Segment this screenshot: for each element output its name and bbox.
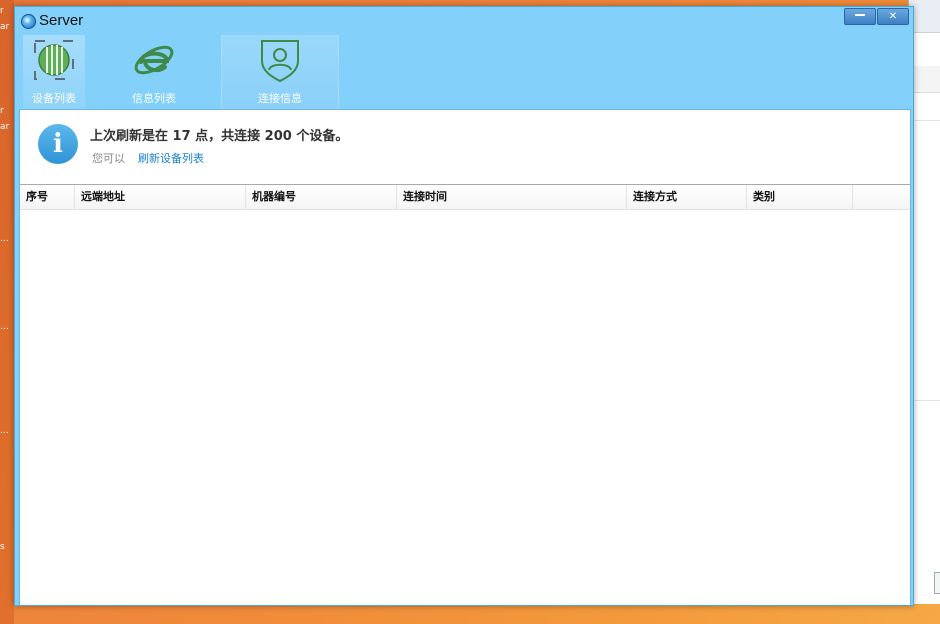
column-header-remote-address[interactable]: 远端地址 xyxy=(75,185,246,209)
content-panel: i 上次刷新是在 17 点，共连接 200 个设备。 您可以 刷新设备列表 序号… xyxy=(19,109,911,605)
column-header-connect-method[interactable]: 连接方式 xyxy=(627,185,747,209)
tab-info-list[interactable]: 信息列表 xyxy=(114,35,194,109)
tab-device-list-label: 设备列表 xyxy=(32,92,76,105)
device-grid-icon xyxy=(34,40,74,80)
connection-table: 序号 远端地址 机器编号 连接时间 连接方式 类别 xyxy=(20,184,910,605)
hint-prefix: 您可以 xyxy=(92,152,125,165)
column-header-category[interactable]: 类别 xyxy=(747,185,853,209)
close-icon: ✕ xyxy=(888,11,898,22)
minimize-icon xyxy=(855,14,865,16)
window-title: Server xyxy=(39,12,84,29)
info-icon: i xyxy=(38,124,78,164)
server-window: Server ✕ 设备列表 信息列表 连接信息 i 上次刷新是在 17 点，共连… xyxy=(14,6,914,606)
column-header-filler xyxy=(853,185,910,209)
refresh-device-list-link[interactable]: 刷新设备列表 xyxy=(138,150,204,166)
close-button[interactable]: ✕ xyxy=(877,8,909,25)
app-globe-icon xyxy=(21,14,36,29)
refresh-status-message: 上次刷新是在 17 点，共连接 200 个设备。 xyxy=(90,129,349,144)
column-header-index[interactable]: 序号 xyxy=(20,185,75,209)
column-header-connect-time[interactable]: 连接时间 xyxy=(397,185,627,209)
user-shield-icon xyxy=(261,40,299,83)
title-bar[interactable]: Server ✕ xyxy=(15,7,913,35)
minimize-button[interactable] xyxy=(844,8,876,25)
internet-explorer-icon xyxy=(134,45,174,75)
toolbar: 设备列表 信息列表 连接信息 xyxy=(15,35,913,109)
info-banner: i 上次刷新是在 17 点，共连接 200 个设备。 您可以 刷新设备列表 xyxy=(20,110,910,184)
desktop-left-edge: r ar r ar ... ... ... s xyxy=(0,0,14,624)
tab-connection-info[interactable]: 连接信息 xyxy=(221,35,339,109)
column-header-machine-id[interactable]: 机器编号 xyxy=(246,185,397,209)
tab-connection-info-label: 连接信息 xyxy=(258,92,302,105)
tab-info-list-label: 信息列表 xyxy=(132,92,176,105)
tab-device-list[interactable]: 设备列表 xyxy=(23,35,85,109)
table-header: 序号 远端地址 机器编号 连接时间 连接方式 类别 xyxy=(20,185,910,210)
table-body[interactable] xyxy=(20,210,910,605)
